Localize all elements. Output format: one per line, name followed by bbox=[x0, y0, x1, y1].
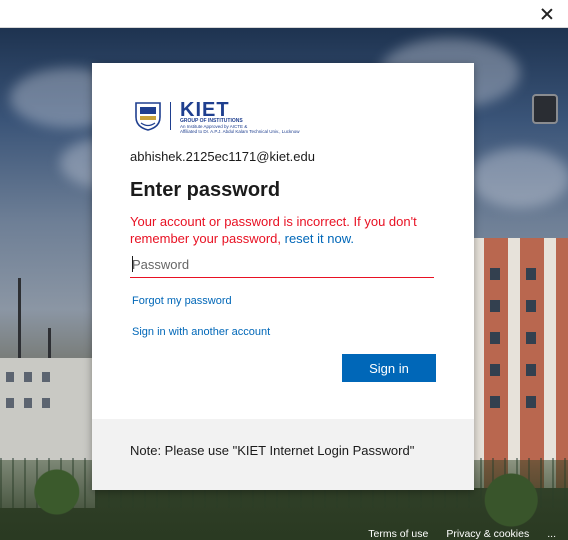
error-text: Your account or password is incorrect. I… bbox=[130, 214, 417, 246]
privacy-link[interactable]: Privacy & cookies bbox=[446, 528, 529, 540]
crest-icon bbox=[135, 102, 161, 131]
forgot-password-link[interactable]: Forgot my password bbox=[132, 295, 232, 307]
window-titlebar bbox=[0, 0, 568, 28]
password-input[interactable] bbox=[130, 252, 434, 278]
close-icon[interactable] bbox=[538, 5, 556, 23]
note-footer: Note: Please use "KIET Internet Login Pa… bbox=[92, 419, 474, 490]
kiet-logo: KIET GROUP OF INSTITUTIONS An Institute … bbox=[134, 99, 299, 134]
sign-in-button[interactable]: Sign in bbox=[342, 354, 436, 382]
footer-links: Terms of use Privacy & cookies ... bbox=[368, 528, 556, 540]
account-email: abhishek.2125ec1171@kiet.edu bbox=[130, 149, 315, 164]
emblem-icon bbox=[532, 94, 558, 124]
more-options-icon[interactable]: ... bbox=[547, 528, 556, 540]
reset-password-link[interactable]: reset it now. bbox=[285, 231, 354, 246]
sign-in-dialog: KIET GROUP OF INSTITUTIONS An Institute … bbox=[92, 63, 474, 490]
terms-link[interactable]: Terms of use bbox=[368, 528, 428, 540]
error-message: Your account or password is incorrect. I… bbox=[130, 213, 430, 247]
page-title: Enter password bbox=[130, 179, 281, 201]
text-cursor bbox=[132, 256, 133, 272]
logo-subtitle: GROUP OF INSTITUTIONS An Institute Appro… bbox=[180, 118, 300, 135]
note-text: Note: Please use "KIET Internet Login Pa… bbox=[130, 443, 415, 458]
another-account-link[interactable]: Sign in with another account bbox=[132, 326, 270, 338]
